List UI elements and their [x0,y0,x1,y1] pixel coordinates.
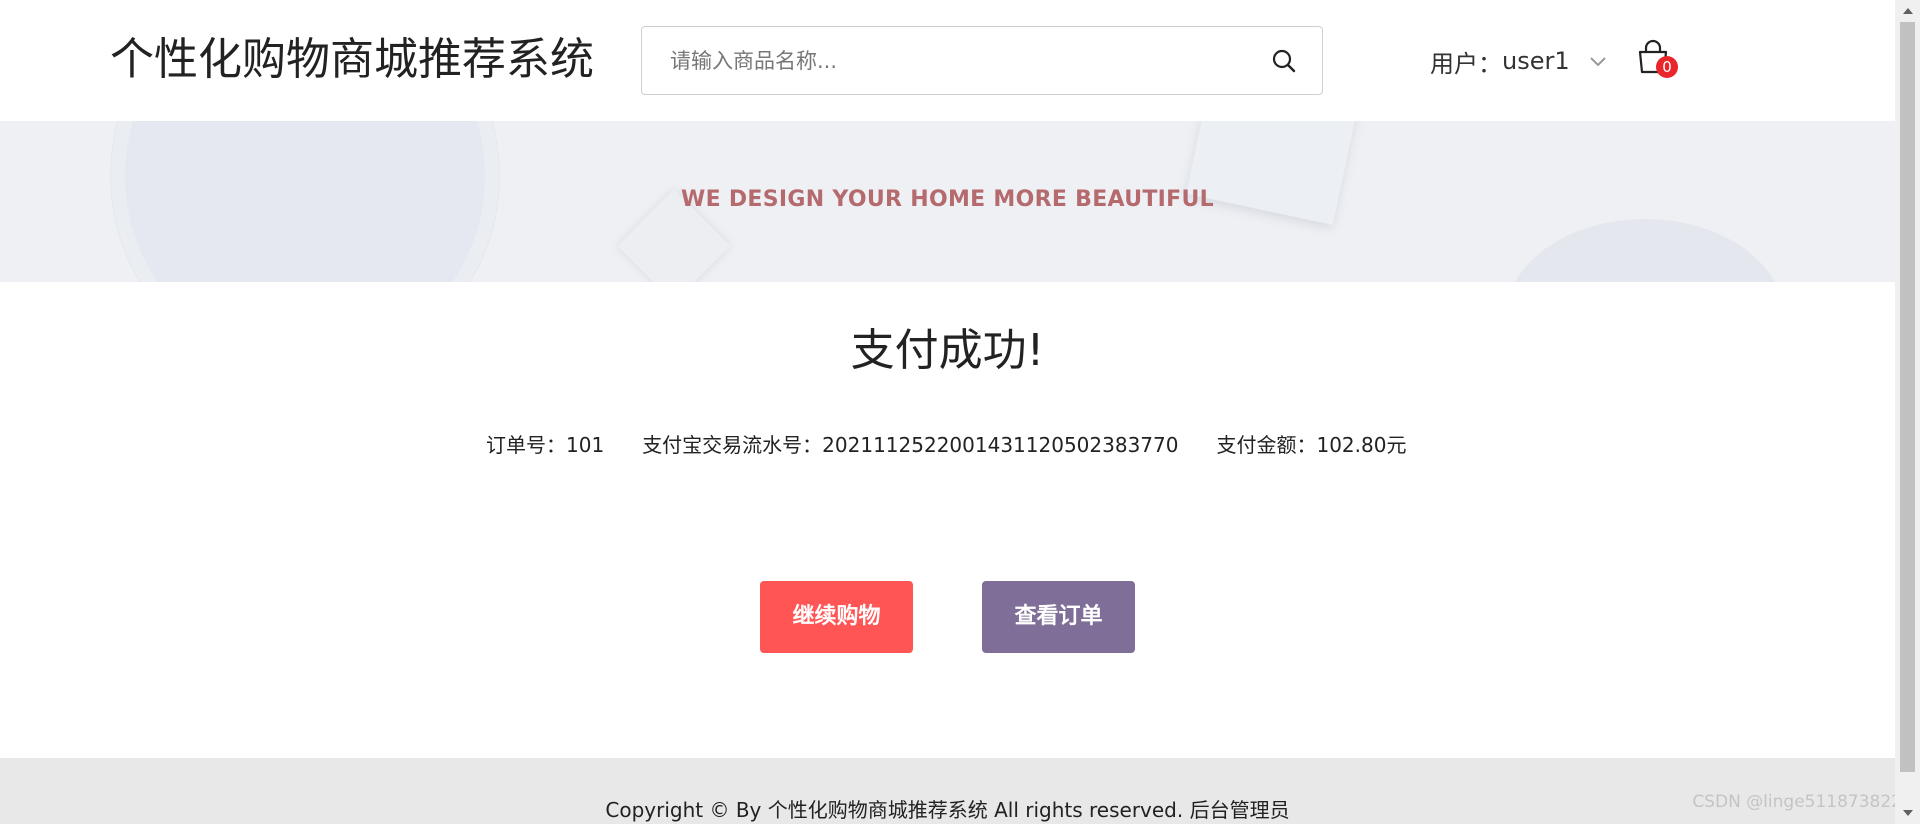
user-name: user1 [1502,47,1570,75]
search-input[interactable] [670,27,1230,94]
scroll-up-arrow-icon[interactable] [1903,8,1913,14]
banner-slogan: WE DESIGN YOUR HOME MORE BEAUTIFUL [681,187,1214,212]
user-menu[interactable]: 用户： user1 [1430,44,1608,78]
site-title[interactable]: 个性化购物商城推荐系统 [110,32,594,88]
view-orders-button[interactable]: 查看订单 [982,581,1135,653]
footer: Copyright © By 个性化购物商城推荐系统 All rights re… [0,758,1895,824]
scroll-thumb[interactable] [1900,22,1915,772]
scroll-down-arrow-icon[interactable] [1903,810,1913,816]
payment-amount: 支付金额：102.80元 [1216,432,1407,457]
chevron-down-icon [1588,54,1608,68]
vertical-scrollbar[interactable] [1895,0,1920,824]
banner: WE DESIGN YOUR HOME MORE BEAUTIFUL [0,121,1895,282]
order-info: 订单号：101 支付宝交易流水号：20211125220014311205023… [486,428,1406,458]
continue-shopping-button[interactable]: 继续购物 [760,581,913,653]
watermark: CSDN @linge511873822 [1692,792,1902,812]
header: 个性化购物商城推荐系统 用户： user1 0 [0,0,1895,121]
order-number: 订单号：101 [486,432,605,457]
cart-count-badge: 0 [1656,56,1678,78]
admin-link[interactable]: 后台管理员 [1190,798,1290,822]
search-box [641,26,1323,95]
decorative-circle [1505,219,1785,282]
copyright-text: Copyright © By 个性化购物商城推荐系统 All rights re… [605,798,1184,822]
footer-text: Copyright © By 个性化购物商城推荐系统 All rights re… [0,794,1895,823]
user-label: 用户： [1430,49,1502,78]
alipay-trade-number: 支付宝交易流水号：2021112522001431120502383770 [642,432,1179,457]
page-title: 支付成功! [850,325,1045,376]
cart-button[interactable]: 0 [1636,38,1678,82]
search-icon[interactable] [1268,45,1300,77]
